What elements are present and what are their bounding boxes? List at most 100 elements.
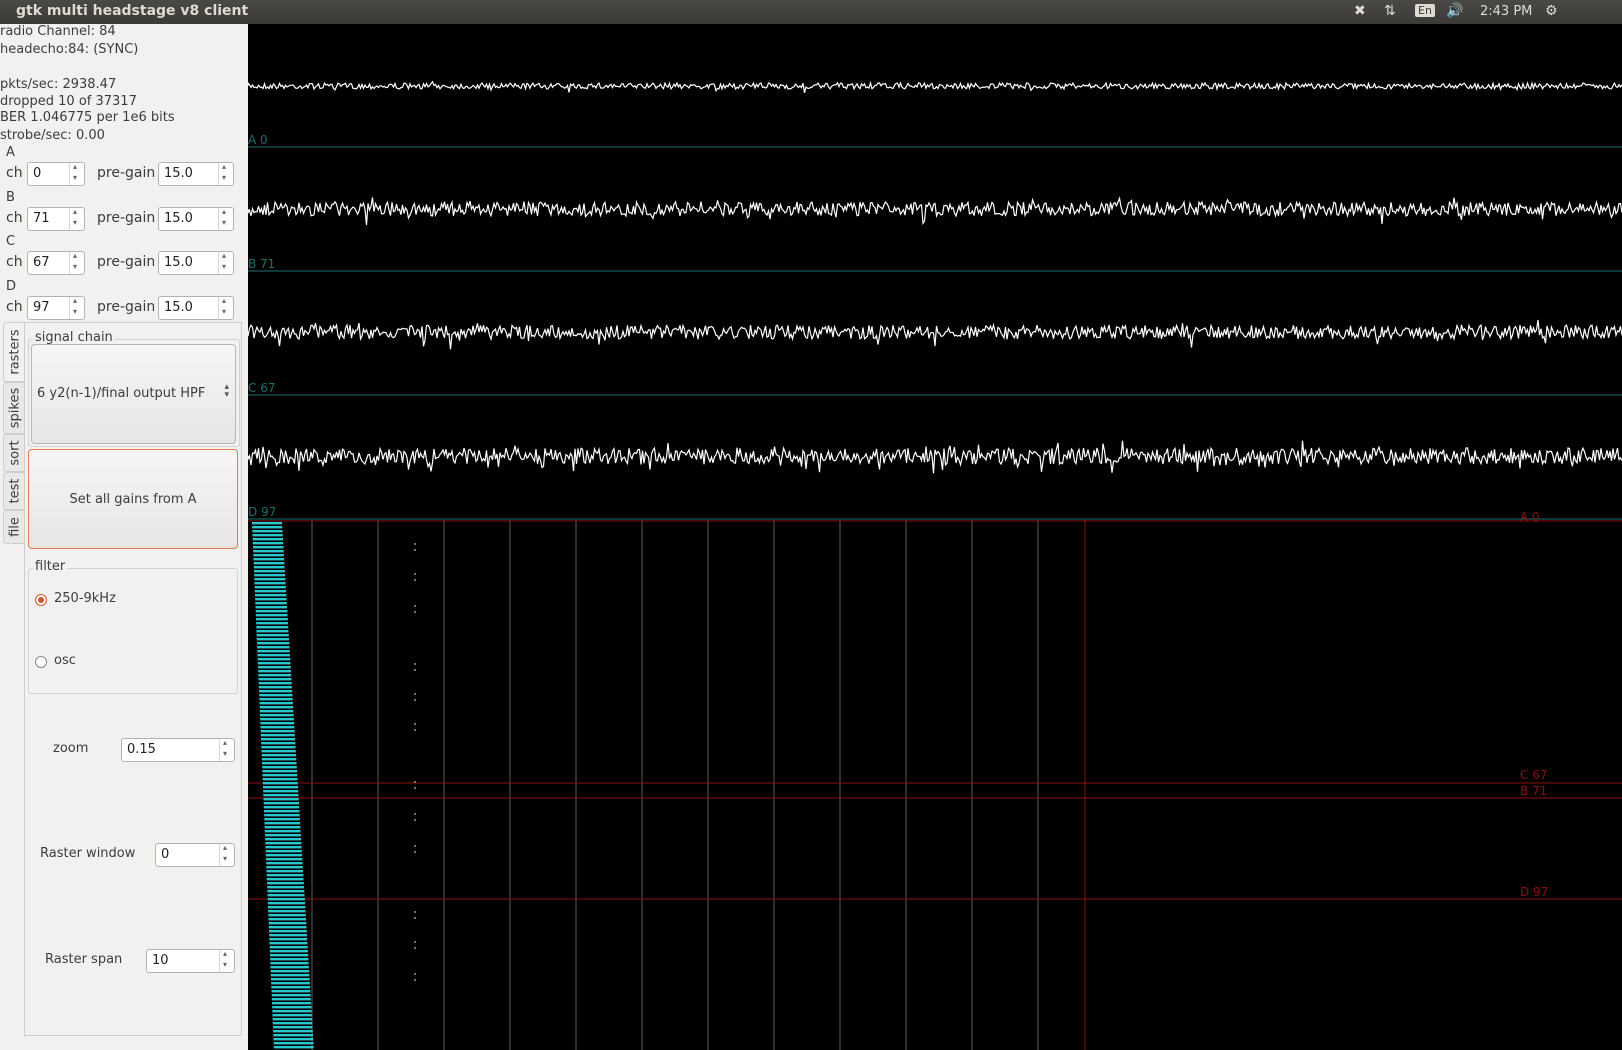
combo-arrows-icon: ▴ ▾: [224, 382, 229, 400]
gain-d-spinner[interactable]: 15.0: [158, 296, 234, 320]
raster-bar: [264, 814, 300, 817]
volume-icon[interactable]: 🔊: [1446, 3, 1463, 19]
raster-dot: [414, 605, 416, 607]
trace-label-b: B 71: [248, 257, 276, 271]
raster-bar: [253, 562, 285, 565]
gain-c-spinner[interactable]: 15.0: [158, 251, 234, 275]
raster-bar: [273, 1034, 313, 1037]
raster-dot: [414, 573, 416, 575]
raster-bar: [269, 946, 308, 949]
channel-b-spinner[interactable]: 71: [27, 207, 85, 231]
raster-bar: [270, 962, 309, 965]
raster-span-label: Raster span: [45, 952, 123, 967]
gear-icon[interactable]: ⚙: [1545, 3, 1558, 19]
clock[interactable]: 2:43 PM: [1480, 4, 1532, 19]
raster-dot: [414, 579, 416, 581]
ch-label: ch: [6, 254, 23, 270]
raster-bar: [265, 838, 302, 841]
raster-bar: [257, 662, 291, 665]
tab-test[interactable]: test: [3, 472, 25, 510]
spin-arrows-icon[interactable]: [69, 251, 84, 274]
spin-arrows-icon[interactable]: [69, 296, 84, 319]
set-all-gains-button[interactable]: Set all gains from A: [28, 449, 238, 549]
tab-file[interactable]: file: [3, 510, 25, 544]
raster-bar: [254, 590, 287, 593]
filter-radio-osc[interactable]: [35, 656, 47, 668]
raster-span-spinner[interactable]: 10: [146, 949, 235, 973]
raster-bar: [265, 850, 302, 853]
raster-bar: [268, 922, 307, 925]
raster-bar: [262, 774, 298, 777]
raster-bar: [255, 610, 288, 613]
waveform-trace-c: [248, 319, 1622, 350]
filter-option-label[interactable]: 250-9kHz: [54, 591, 116, 606]
gain-b-spinner[interactable]: 15.0: [158, 207, 234, 231]
raster-bar: [267, 898, 305, 901]
raster-dot: [414, 941, 416, 943]
zoom-spinner[interactable]: 0.15: [121, 738, 235, 762]
dropped-status: dropped 10 of 37317: [0, 94, 137, 109]
raster-label-b: B 71: [1520, 784, 1548, 798]
tab-rasters[interactable]: rasters: [3, 322, 25, 382]
raster-bar: [268, 906, 306, 909]
tab-sort[interactable]: sort: [3, 434, 25, 472]
filter-option-label[interactable]: osc: [54, 653, 76, 668]
raster-bar: [268, 910, 306, 913]
raster-dot: [414, 549, 416, 551]
raster-window-spinner[interactable]: 0: [155, 843, 235, 867]
scope-canvas[interactable]: [248, 24, 1622, 1050]
headecho-status: headecho:84: (SYNC): [0, 42, 139, 57]
spin-arrows-icon[interactable]: [218, 251, 233, 274]
channel-c-spinner[interactable]: 67: [27, 251, 85, 275]
channel-d-spinner[interactable]: 97: [27, 296, 85, 320]
signal-chain-combo[interactable]: 6 y2(n-1)/final output HPF ▴ ▾: [31, 344, 236, 444]
scope-display[interactable]: A 0 B 71 C 67 D 97 A 0 C 67 B 71 D 97: [248, 24, 1622, 1050]
raster-bar: [255, 606, 288, 609]
raster-label-c: C 67: [1520, 768, 1548, 782]
raster-bar: [256, 630, 289, 633]
raster-dot: [414, 979, 416, 981]
raster-bar: [267, 882, 304, 885]
raster-bar: [256, 626, 289, 629]
spin-arrows-icon[interactable]: [218, 162, 233, 185]
raster-bar: [254, 582, 286, 585]
raster-bar: [263, 806, 300, 809]
raster-bar: [259, 690, 293, 693]
raster-bar: [260, 734, 295, 737]
network-icon[interactable]: ⇅: [1384, 3, 1396, 19]
raster-bar: [261, 750, 296, 753]
raster-bar: [272, 1002, 312, 1005]
keyboard-layout-indicator[interactable]: En: [1415, 4, 1435, 17]
waveform-trace-a: [248, 80, 1622, 94]
raster-bar: [255, 598, 287, 601]
dropbox-icon[interactable]: ✖: [1354, 3, 1366, 19]
tab-spikes[interactable]: spikes: [3, 382, 25, 434]
spin-arrows-icon[interactable]: [219, 843, 234, 866]
raster-bar: [273, 1042, 314, 1045]
raster-bar: [265, 842, 302, 845]
group-b-label: B: [6, 190, 15, 205]
raster-bar: [257, 658, 291, 661]
spin-arrows-icon[interactable]: [219, 949, 234, 972]
spin-arrows-icon[interactable]: [69, 207, 84, 230]
raster-bar: [272, 1022, 313, 1025]
raster-bar: [264, 818, 300, 821]
raster-bar: [254, 586, 286, 589]
spin-arrows-icon[interactable]: [218, 296, 233, 319]
channel-a-spinner[interactable]: 0: [27, 162, 85, 186]
spin-arrows-icon[interactable]: [218, 207, 233, 230]
raster-bar: [255, 594, 287, 597]
raster-bar: [262, 762, 297, 765]
raster-bar: [273, 1030, 313, 1033]
raster-bar: [257, 646, 290, 649]
filter-radio-250-9khz[interactable]: [35, 594, 47, 606]
spin-arrows-icon[interactable]: [219, 738, 234, 761]
raster-bar: [254, 578, 286, 581]
raster-bar: [260, 726, 295, 729]
raster-bar: [263, 798, 299, 801]
gain-a-spinner[interactable]: 15.0: [158, 162, 234, 186]
spin-arrows-icon[interactable]: [69, 162, 84, 185]
raster-bar: [272, 1018, 313, 1021]
raster-dot: [414, 845, 416, 847]
raster-dot: [414, 813, 416, 815]
